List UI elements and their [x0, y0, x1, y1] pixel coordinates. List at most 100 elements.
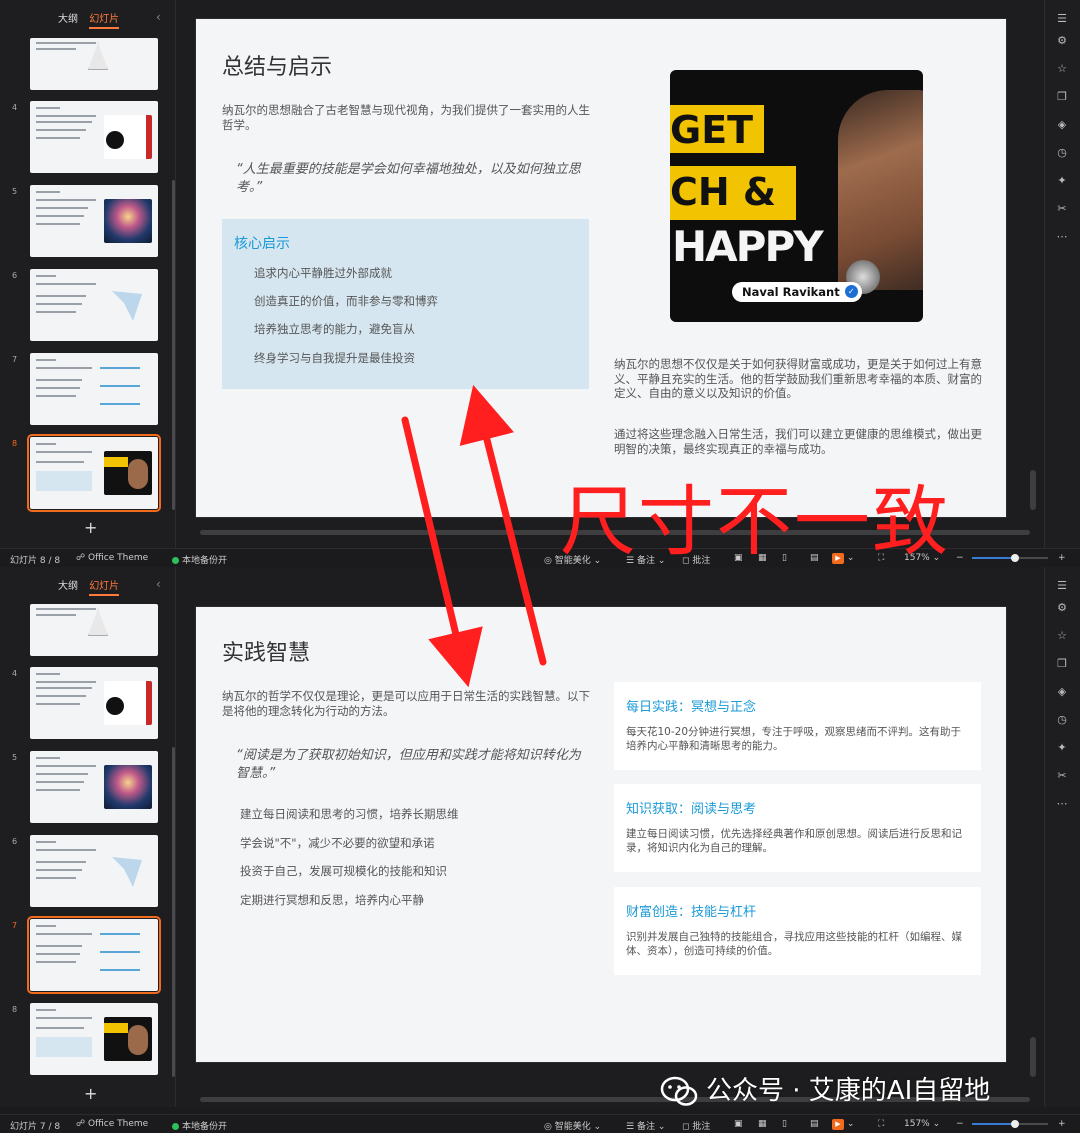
slide-thumbnail-6[interactable]: 6 [12, 269, 162, 341]
slide-thumbnail-8[interactable]: 8 [12, 1003, 162, 1075]
core-insights-box: 核心启示 追求内心平静胜过外部成就 创造真正的价值，而非参与零和博弈 培养独立思… [222, 219, 589, 389]
practice-card: 每日实践：冥想与正念 每天花10-20分钟进行冥想，专注于呼吸，观察思绪而不评判… [614, 682, 981, 770]
menu-icon[interactable]: ☰ [1055, 12, 1069, 25]
practice-bullet: 投资于自己，发展可规模化的技能和知识 [240, 864, 447, 878]
animation-icon[interactable]: ✦ [1055, 741, 1069, 754]
size-mismatch-annotation: 尺寸不一致 [560, 477, 950, 566]
slide-thumbnail-5[interactable]: 5 [12, 751, 162, 823]
slide-thumbnail-7[interactable]: 7 [12, 916, 162, 994]
zoom-slider-knob[interactable] [1011, 1120, 1020, 1128]
backup-status-icon [172, 557, 179, 564]
verified-icon: ✓ [844, 285, 858, 298]
history-icon[interactable]: ◷ [1055, 713, 1069, 726]
backup-status[interactable]: 本地备份开 [172, 553, 227, 566]
status-bar-bottom: 幻灯片 7 / 8 ☍ Office Theme 本地备份开 ◎ 智能美化 ⌄ … [0, 1114, 1080, 1133]
slide-thumbnail-3[interactable] [12, 604, 162, 656]
animation-icon[interactable]: ✦ [1055, 174, 1069, 187]
slide-canvas[interactable]: 实践智慧 纳瓦尔的哲学不仅仅是理论，更是可以应用于日常生活的实践智慧。以下是将他… [196, 607, 1006, 1062]
watermark-text: 公众号 · 艾康的AI自留地 [706, 1076, 991, 1106]
star-icon[interactable]: ☆ [1055, 629, 1069, 642]
thumbnail-preview [30, 38, 158, 90]
reading-view-icon[interactable]: ▯ [782, 1119, 787, 1129]
slide-title: 总结与启示 [222, 55, 333, 80]
zoom-slider[interactable] [972, 554, 1048, 562]
slide-number: 6 [12, 837, 18, 846]
sidebar-scrollbar[interactable] [172, 180, 175, 510]
theme-label[interactable]: ☍ Office Theme [76, 1119, 148, 1129]
zoom-in-button[interactable]: + [1058, 553, 1066, 563]
add-slide-button[interactable]: + [84, 1084, 97, 1103]
grid-view-icon[interactable]: ▦ [758, 1119, 767, 1129]
tab-outline[interactable]: 大纲 [58, 581, 78, 592]
collapse-sidebar-icon[interactable]: ‹ [156, 577, 161, 591]
slide-quote: “人生最重要的技能是学会如何幸福地独处，以及如何独立思考。” [236, 162, 581, 195]
history-icon[interactable]: ◷ [1055, 146, 1069, 159]
tools-icon[interactable]: ✂ [1055, 202, 1069, 215]
theme-label[interactable]: ☍ Office Theme [76, 553, 148, 563]
watermark: 公众号 · 艾康的AI自留地 [660, 1070, 990, 1108]
presenter-icon[interactable]: ▤ [810, 1119, 819, 1129]
comments-button[interactable]: ◻ 批注 [682, 1119, 710, 1132]
slide-thumbnail-7[interactable]: 7 [12, 353, 162, 425]
zoom-out-button[interactable]: − [956, 553, 964, 563]
more-icon[interactable]: ⋯ [1055, 230, 1069, 243]
tab-slides[interactable]: 幻灯片 [89, 14, 120, 29]
zoom-slider[interactable] [972, 1120, 1048, 1128]
zoom-slider-knob[interactable] [1011, 554, 1020, 562]
practice-card: 财富创造：技能与杠杆 识别并发展自己独特的技能组合，寻找应用这些技能的杠杆（如编… [614, 887, 981, 975]
tab-outline[interactable]: 大纲 [58, 14, 78, 25]
slide-quote: “阅读是为了获取初始知识，但应用和实践才能将知识转化为智慧。” [236, 748, 581, 781]
portrait [838, 90, 923, 290]
zoom-value[interactable]: 157% ⌄ [904, 1119, 940, 1129]
beautify-button[interactable]: ◎ 智能美化 ⌄ [544, 1119, 601, 1132]
zoom-in-button[interactable]: + [1058, 1119, 1066, 1129]
shape-icon[interactable]: ◈ [1055, 118, 1069, 131]
slide-thumbnail-4[interactable]: 4 [12, 101, 162, 173]
tools-icon[interactable]: ✂ [1055, 769, 1069, 782]
canvas-vertical-scrollbar[interactable] [1030, 1037, 1036, 1077]
beautify-icon: ◎ [544, 556, 555, 566]
more-icon[interactable]: ⋯ [1055, 797, 1069, 810]
shape-icon[interactable]: ◈ [1055, 685, 1069, 698]
notes-button[interactable]: ☰ 备注 ⌄ [626, 1119, 665, 1132]
slide-thumbnail-3[interactable] [12, 38, 162, 90]
sidebar-scrollbar[interactable] [172, 747, 175, 1077]
layout-icon[interactable]: ❐ [1055, 657, 1069, 670]
adjust-icon[interactable]: ⚙ [1055, 601, 1069, 614]
card-desc: 建立每日阅读习惯，优先选择经典著作和原创思想。阅读后进行反思和记录，将知识内化为… [626, 828, 962, 854]
thumbnail-preview [27, 434, 161, 512]
slide-number: 6 [12, 271, 18, 280]
canvas-vertical-scrollbar[interactable] [1030, 470, 1036, 510]
slide-number: 5 [12, 753, 18, 762]
zoom-out-button[interactable]: − [956, 1119, 964, 1129]
fit-icon[interactable]: ⛶ [878, 1119, 884, 1129]
slide-thumbnail-4[interactable]: 4 [12, 667, 162, 739]
notes-icon: ☰ [626, 1122, 637, 1132]
sidebar-tabs: 大纲 幻灯片 [58, 577, 127, 596]
name-badge: Naval Ravikant ✓ [732, 282, 862, 302]
layout-icon[interactable]: ❐ [1055, 90, 1069, 103]
collapse-sidebar-icon[interactable]: ‹ [156, 10, 161, 24]
play-button[interactable]: ▶ ⌄ [832, 1119, 854, 1130]
thumbnail-preview [30, 751, 158, 823]
slide-thumbnail-8[interactable]: 8 [12, 434, 162, 512]
slide-canvas[interactable]: 总结与启示 纳瓦尔的思想融合了古老智慧与现代视角，为我们提供了一套实用的人生哲学… [196, 19, 1006, 517]
normal-view-icon[interactable]: ▣ [734, 1119, 743, 1129]
practice-bullet: 学会说"不"，减少不必要的欲望和承诺 [240, 836, 435, 850]
star-icon[interactable]: ☆ [1055, 62, 1069, 75]
right-toolbar: ☰ ⚙ ☆ ❐ ◈ ◷ ✦ ✂ ⋯ [1044, 0, 1080, 548]
backup-status[interactable]: 本地备份开 [172, 1119, 227, 1132]
slide-intro: 纳瓦尔的思想融合了古老智慧与现代视角，为我们提供了一套实用的人生哲学。 [222, 103, 590, 132]
slide-intro: 纳瓦尔的哲学不仅仅是理论，更是可以应用于日常生活的实践智慧。以下是将他的理念转化… [222, 689, 590, 718]
card-desc: 识别并发展自己独特的技能组合，寻找应用这些技能的杠杆（如编程、媒体、资本），创造… [626, 931, 962, 957]
slide-thumbnail-6[interactable]: 6 [12, 835, 162, 907]
core-item: 终身学习与自我提升是最佳投资 [254, 351, 415, 365]
thumbnail-preview [30, 101, 158, 173]
slide-thumbnail-5[interactable]: 5 [12, 185, 162, 257]
add-slide-button[interactable]: + [84, 518, 97, 537]
tab-slides[interactable]: 幻灯片 [89, 581, 120, 596]
practice-bullet: 建立每日阅读和思考的习惯，培养长期思维 [240, 807, 459, 821]
menu-icon[interactable]: ☰ [1055, 579, 1069, 592]
adjust-icon[interactable]: ⚙ [1055, 34, 1069, 47]
zoom-slider-fill [972, 557, 1016, 559]
